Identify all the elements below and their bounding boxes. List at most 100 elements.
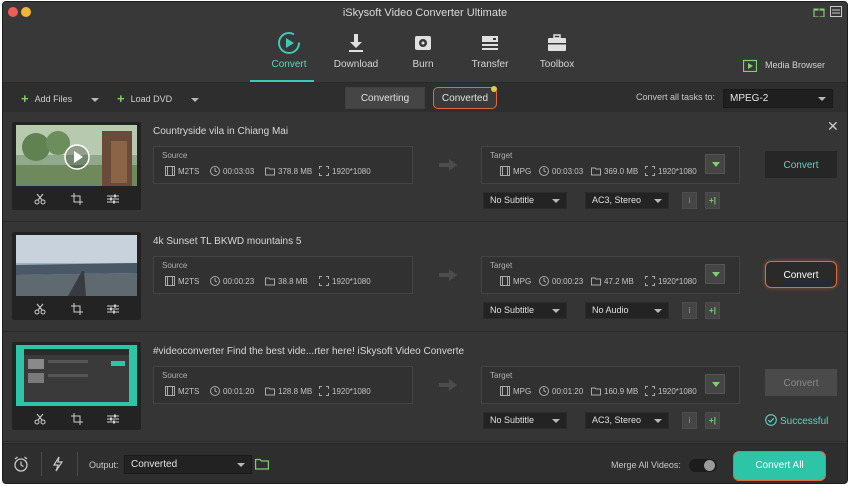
scissors-icon[interactable] (34, 413, 46, 425)
scissors-icon[interactable] (34, 193, 46, 205)
chevron-down-icon (712, 272, 720, 277)
audio-select[interactable]: AC3, Stereo (585, 192, 669, 209)
thumbnail-image (16, 345, 137, 406)
add-files-button[interactable]: + Add Files (21, 91, 99, 106)
subtitle-select[interactable]: No Subtitle (483, 192, 567, 209)
target-format-dropdown[interactable] (705, 154, 725, 174)
divider (77, 452, 78, 476)
chevron-down-icon (712, 162, 720, 167)
add-subtitle-button[interactable]: +| (705, 302, 720, 319)
thumbnail-image (16, 235, 137, 296)
folder-icon[interactable] (255, 458, 269, 470)
add-subtitle-button[interactable]: +| (705, 192, 720, 209)
info-button[interactable]: i (682, 302, 697, 319)
chevron-down-icon (654, 309, 662, 313)
info-button[interactable]: i (682, 192, 697, 209)
plus-icon: +| (709, 196, 716, 205)
resolution-icon (319, 386, 329, 396)
resolution-icon (645, 276, 655, 286)
chevron-down-icon (654, 199, 662, 203)
play-icon[interactable] (64, 144, 90, 170)
menu-icon[interactable] (830, 6, 842, 17)
folder-icon (591, 387, 601, 396)
media-browser-button[interactable]: Media Browser (743, 59, 827, 73)
chevron-down-icon (818, 96, 826, 101)
video-thumbnail[interactable] (12, 232, 141, 320)
main-nav: Convert Download Burn Transfer Toolbox M… (3, 24, 847, 82)
notification-dot (491, 86, 497, 92)
tab-converting[interactable]: Converting (345, 87, 425, 109)
video-title: #videoconverter Find the best vide...rte… (153, 346, 465, 357)
resolution-icon (319, 276, 329, 286)
scissors-icon[interactable] (34, 303, 46, 315)
source-info: Source M2TS 00:03:03 378.8 MB 1920*1080 (153, 146, 413, 184)
film-icon (500, 386, 510, 396)
chevron-down-icon (712, 382, 720, 387)
close-icon[interactable]: ✕ (827, 118, 839, 135)
nav-toolbox[interactable]: Toolbox (517, 24, 597, 82)
convert-icon (278, 32, 300, 54)
effects-icon[interactable] (107, 413, 119, 425)
alarm-clock-icon[interactable] (13, 456, 29, 472)
output-folder-select[interactable]: Converted (124, 455, 252, 474)
source-format: M2TS (165, 166, 199, 176)
target-format-dropdown[interactable] (705, 264, 725, 284)
crop-icon[interactable] (71, 193, 83, 205)
check-circle-icon (765, 414, 777, 426)
window-title: iSkysoft Video Converter Ultimate (342, 7, 508, 19)
info-icon: i (688, 416, 691, 425)
target-format: MPG (500, 386, 531, 396)
crop-icon[interactable] (71, 413, 83, 425)
merge-toggle[interactable] (689, 459, 717, 472)
film-icon (165, 386, 175, 396)
lightning-icon[interactable] (50, 456, 66, 472)
arrow-right-icon (439, 379, 457, 391)
clock-icon (539, 276, 549, 286)
merge-label: Merge All Videos: (611, 460, 681, 470)
chevron-down-icon (552, 199, 560, 203)
video-thumbnail[interactable] (12, 122, 141, 210)
audio-select[interactable]: No Audio (585, 302, 669, 319)
toolbox-icon (548, 34, 566, 51)
convert-all-button[interactable]: Convert All (733, 451, 826, 481)
folder-icon (591, 167, 601, 176)
plus-icon: + (117, 91, 125, 106)
toggle-knob (704, 460, 715, 471)
video-thumbnail[interactable] (12, 342, 141, 430)
source-size: 38.8 MB (265, 277, 308, 286)
subtitle-select[interactable]: No Subtitle (483, 412, 567, 429)
video-row: Countryside vila in Chiang Mai Source M2… (3, 112, 847, 222)
thumbnail-tools (12, 189, 141, 209)
app-window: iSkysoft Video Converter Ultimate Conver… (2, 1, 848, 484)
video-row: #videoconverter Find the best vide...rte… (3, 332, 847, 442)
chevron-down-icon (552, 309, 560, 313)
source-size: 378.8 MB (265, 167, 312, 176)
chevron-down-icon (654, 419, 662, 423)
film-icon (165, 276, 175, 286)
chevron-down-icon[interactable] (90, 97, 99, 102)
add-subtitle-button[interactable]: +| (705, 412, 720, 429)
convert-button[interactable]: Convert (765, 369, 837, 396)
target-format: MPG (500, 166, 531, 176)
convert-all-format-select[interactable]: MPEG-2 (723, 89, 833, 108)
target-format-dropdown[interactable] (705, 374, 725, 394)
info-button[interactable]: i (682, 412, 697, 429)
crop-icon[interactable] (71, 303, 83, 315)
clock-icon (210, 386, 220, 396)
tab-converted[interactable]: Converted (433, 86, 497, 109)
clock-icon (539, 386, 549, 396)
chevron-down-icon (552, 419, 560, 423)
gift-icon[interactable] (813, 6, 825, 17)
folder-icon (591, 277, 601, 286)
effects-icon[interactable] (107, 303, 119, 315)
chevron-down-icon[interactable] (190, 97, 199, 102)
convert-button[interactable]: Convert (765, 151, 837, 178)
film-icon (165, 166, 175, 176)
target-duration: 00:03:03 (539, 166, 583, 176)
audio-select[interactable]: AC3, Stereo (585, 412, 669, 429)
subtitle-select[interactable]: No Subtitle (483, 302, 567, 319)
load-dvd-button[interactable]: + Load DVD (117, 91, 199, 106)
convert-button[interactable]: Convert (765, 261, 837, 288)
convert-all-label: Convert all tasks to: (635, 92, 715, 102)
effects-icon[interactable] (107, 193, 119, 205)
